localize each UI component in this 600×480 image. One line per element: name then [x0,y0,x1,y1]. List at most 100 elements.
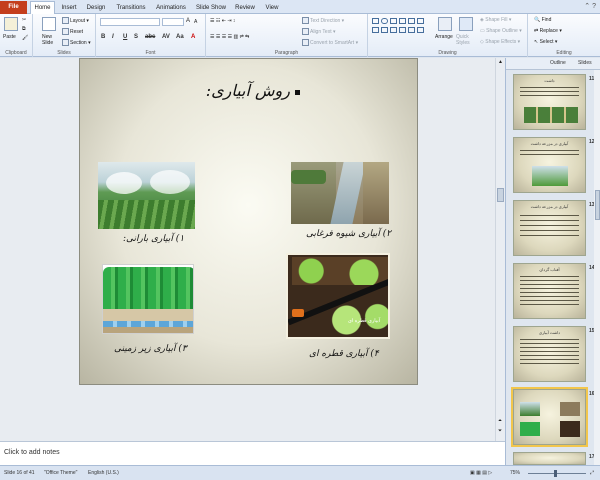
slide-canvas[interactable]: روش آبیاری: ۱) آبیاری بارانی: ۲) آبیاری … [79,58,418,385]
crop-rows [98,200,195,229]
paragraph-label: Paragraph [274,50,299,56]
scroll-prev-slide-icon[interactable]: ⏶ [498,418,502,424]
tab-insert[interactable]: Insert [58,2,80,14]
slide-thumbnail-17[interactable] [513,452,586,465]
text-direction-button[interactable]: Text Direction ▾ [302,17,344,24]
shrink-font-icon[interactable]: A [194,19,197,25]
new-slide-icon[interactable] [42,17,56,31]
font-color-icon[interactable]: A [191,34,195,40]
underline-icon[interactable]: U [123,34,127,40]
convert-smartart-button[interactable]: Convert to SmartArt ▾ [302,39,358,46]
arrange-icon[interactable] [438,17,452,31]
slide-thumbnail-12[interactable]: آبیاری در مزرعه داشت [513,137,586,193]
tab-slides[interactable]: Slides [578,60,592,66]
new-slide-button[interactable]: New Slide [42,34,56,46]
slide-thumbnail-14[interactable]: آفتاب گردان [513,263,586,319]
shape-outline-button[interactable]: ▭ Shape Outline ▾ [480,28,522,34]
panel-scroll-thumb[interactable] [595,190,600,220]
align-icons[interactable]: ☰ ☰ ☰ ☰ ▥ ⇌ ⇆ [210,34,249,40]
font-name-combo[interactable] [100,18,160,26]
thumb-title-14: آفتاب گردان [539,267,560,272]
find-button[interactable]: 🔍 Find [534,17,551,23]
font-size-combo[interactable] [162,18,184,26]
drip-irrigation-image[interactable]: آبیاری قطره ای [286,253,390,339]
shape-star-icon[interactable] [417,18,424,24]
caption-drip[interactable]: ۴) آبیاری قطره ای [309,349,379,359]
reset-button[interactable]: Reset [62,28,83,35]
section-button[interactable]: Section ▾ [62,39,91,46]
quick-styles-button[interactable]: Quick Styles [456,34,476,46]
zoom-slider-handle[interactable] [554,470,557,477]
shape-brace-icon[interactable] [381,27,388,33]
subsurface-irrigation-image[interactable] [102,264,194,334]
tab-view[interactable]: View [262,2,282,14]
shape-rect-icon[interactable] [372,18,379,24]
scroll-next-slide-icon[interactable]: ⏷ [498,428,502,434]
shape-more-icon[interactable] [417,27,424,33]
normal-view-icon[interactable]: ▣ ▦ ▤ ▷ [470,470,492,476]
shape-fill-button[interactable]: ◈ Shape Fill ▾ [480,17,511,23]
shape-callout-icon[interactable] [372,27,379,33]
italic-icon[interactable]: I [112,34,114,40]
workspace-scrollbar[interactable]: ▲ ⏶ ⏷ [495,58,505,441]
slide-thumbnail-11[interactable]: داشت [513,74,586,130]
notes-pane[interactable]: Click to add notes [0,441,505,465]
slide-thumbnail-16-selected[interactable] [511,387,588,447]
drawing-label: Drawing [438,50,457,56]
paste-icon[interactable] [4,17,18,31]
caption-furrow[interactable]: ۲) آبیاری شیوه فرغابی [306,229,391,239]
scroll-up-arrow[interactable]: ▲ [498,59,503,65]
char-spacing-icon[interactable]: AV [162,34,170,40]
caption-sprinkler[interactable]: ۱) آبیاری بارانی: [123,234,184,244]
help-icon[interactable]: ⌃ ? [584,2,596,10]
zoom-level[interactable]: 75% [510,470,520,476]
tab-design[interactable]: Design [84,2,108,14]
furrow-irrigation-image[interactable] [291,162,389,224]
bullets-icon[interactable]: ☰ ☷ ⇤ ⇥ ↕ [210,18,235,24]
fit-to-window-icon[interactable]: ⤢ [590,470,594,476]
theme-name[interactable]: "Office Theme" [44,470,77,476]
layout-button[interactable]: Layout ▾ [62,17,89,24]
shape-block-icon[interactable] [399,27,406,33]
shape-line-icon[interactable] [390,18,397,24]
panel-scrollbar[interactable] [594,70,600,465]
shape-arrow-icon[interactable] [399,18,406,24]
slide-title[interactable]: روش آبیاری: [90,81,290,100]
tab-home[interactable]: Home [30,1,55,14]
shape-effects-button[interactable]: ◇ Shape Effects ▾ [480,39,520,45]
cut-icon[interactable]: ✂ [22,17,26,23]
replace-button[interactable]: ⇄ Replace ▾ [534,28,562,34]
shape-flow-icon[interactable] [408,27,415,33]
tab-file[interactable]: File [0,1,27,14]
arrange-button[interactable]: Arrange [435,34,453,40]
shape-triangle-icon[interactable] [408,18,415,24]
shadow-icon[interactable]: S [134,34,138,40]
sprinkler-irrigation-image[interactable] [98,162,195,229]
align-text-button[interactable]: Align Text ▾ [302,28,336,35]
zoom-slider[interactable] [528,470,586,477]
shape-oval-icon[interactable] [381,18,388,24]
tab-slide-show[interactable]: Slide Show [194,2,228,14]
paste-button[interactable]: Paste [3,34,16,40]
shape-curve-icon[interactable] [390,27,397,33]
notes-placeholder[interactable]: Click to add notes [4,449,60,456]
tab-transitions[interactable]: Transitions [114,2,148,14]
bold-icon[interactable]: B [101,34,105,40]
tab-outline[interactable]: Outline [550,60,566,66]
slide-thumbnail-15[interactable]: داشت آبیاری [513,326,586,382]
copy-icon[interactable]: ⧉ [22,26,26,32]
select-button[interactable]: ↖ Select ▾ [534,39,557,45]
change-case-icon[interactable]: Aa [176,34,184,40]
tab-animations[interactable]: Animations [153,2,189,14]
format-painter-icon[interactable]: 🖌 [22,35,28,41]
scroll-thumb[interactable] [497,188,504,202]
caption-subsurface[interactable]: ۳) آبیاری زیر زمینی [114,344,187,354]
tab-review[interactable]: Review [233,2,257,14]
language[interactable]: English (U.S.) [88,470,119,476]
grow-font-icon[interactable]: A [186,18,190,24]
slide-thumbnail-13[interactable]: آبیاری در مزرعه داشت [513,200,586,256]
quick-styles-icon[interactable] [459,17,473,31]
thumb-text-line [520,300,579,301]
strikethrough-icon[interactable]: abc [145,34,155,40]
convert-smartart-label: Convert to SmartArt [310,39,355,46]
